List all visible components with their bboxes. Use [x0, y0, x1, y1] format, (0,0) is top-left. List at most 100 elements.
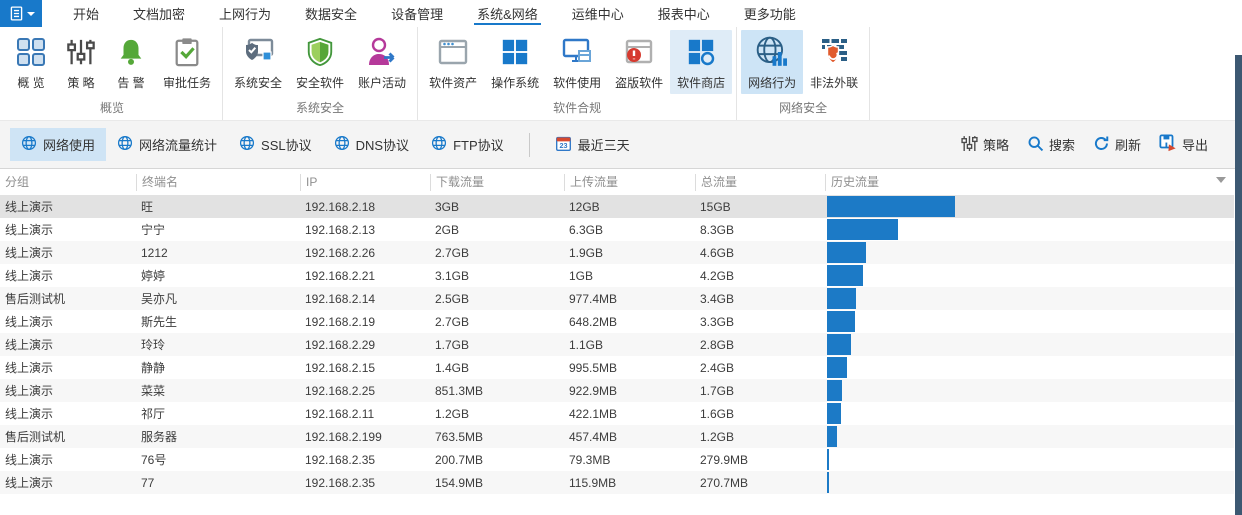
ribbon-button[interactable]: 概 览 [6, 30, 56, 94]
table-row[interactable]: 线上演示76号192.168.2.35200.7MB79.3MB279.9MB [0, 448, 1234, 471]
ribbon-button-label: 账户活动 [358, 74, 406, 91]
table-row[interactable]: 线上演示斯先生192.168.2.192.7GB648.2MB3.3GB [0, 310, 1234, 333]
cell-name: 菜菜 [136, 382, 300, 399]
cell-total: 279.9MB [695, 453, 825, 467]
cell-ip: 192.168.2.26 [300, 246, 430, 260]
cell-name: 祁厅 [136, 405, 300, 422]
cell-download: 154.9MB [430, 476, 564, 490]
cell-ip: 192.168.2.25 [300, 384, 430, 398]
cell-group: 线上演示 [0, 474, 136, 491]
column-header-5[interactable]: 上传流量 [564, 174, 695, 191]
ribbon-button[interactable]: 软件使用 [546, 30, 608, 94]
table-row[interactable]: 线上演示玲玲192.168.2.291.7GB1.1GB2.8GB [0, 333, 1234, 356]
cell-upload: 457.4MB [564, 430, 695, 444]
menu-item-1[interactable]: 开始 [56, 0, 116, 27]
table-row[interactable]: 线上演示77192.168.2.35154.9MB115.9MB270.7MB [0, 471, 1234, 494]
action-策略[interactable]: 策略 [961, 135, 1009, 155]
column-header-2[interactable]: 终端名 [136, 174, 300, 191]
cell-ip: 192.168.2.35 [300, 476, 430, 490]
table-row[interactable]: 线上演示旺192.168.2.183GB12GB15GB [0, 195, 1234, 218]
ribbon-button[interactable]: 盗版软件 [608, 30, 670, 94]
ribbon-group-items: 系统安全安全软件账户活动 [227, 30, 413, 96]
history-traffic-bar [827, 472, 829, 493]
table-row[interactable]: 线上演示婷婷192.168.2.213.1GB1GB4.2GB [0, 264, 1234, 287]
table-row[interactable]: 售后测试机服务器192.168.2.199763.5MB457.4MB1.2GB [0, 425, 1234, 448]
cell-ip: 192.168.2.29 [300, 338, 430, 352]
column-header-7[interactable]: 历史流量 [825, 174, 1234, 191]
action-刷新[interactable]: 刷新 [1093, 135, 1141, 155]
cell-ip: 192.168.2.35 [300, 453, 430, 467]
tab-DNS协议[interactable]: DNS协议 [323, 128, 420, 161]
vertical-scrollbar[interactable] [1235, 55, 1242, 515]
cell-total: 1.6GB [695, 407, 825, 421]
cell-total: 2.4GB [695, 361, 825, 375]
column-header-3[interactable]: IP [300, 174, 430, 191]
action-搜索[interactable]: 搜索 [1027, 135, 1075, 155]
cell-history [825, 264, 1234, 287]
clipboard-check-icon [169, 34, 205, 70]
ribbon-button[interactable]: 非法外联 [803, 30, 865, 94]
ribbon-group: 系统安全安全软件账户活动系统安全 [223, 27, 418, 120]
table-row[interactable]: 线上演示静静192.168.2.151.4GB995.5MB2.4GB [0, 356, 1234, 379]
table-header: 分组终端名IP下载流量上传流量总流量历史流量 [0, 170, 1234, 195]
app-logo-button[interactable] [0, 0, 42, 27]
ribbon-button[interactable]: 软件资产 [422, 30, 484, 94]
column-header-1[interactable]: 分组 [0, 174, 136, 191]
ribbon-button[interactable]: 软件商店 [670, 30, 732, 94]
cell-group: 线上演示 [0, 267, 136, 284]
user-arrow-icon [364, 34, 400, 70]
ribbon-button[interactable]: 网络行为 [741, 30, 803, 94]
ribbon-button-label: 软件商店 [677, 74, 725, 91]
menu-item-4[interactable]: 数据安全 [288, 0, 374, 27]
tab-label: 网络流量统计 [139, 135, 217, 154]
ribbon-button[interactable]: 账户活动 [351, 30, 413, 94]
ribbon-button[interactable]: 系统安全 [227, 30, 289, 94]
cell-history [825, 310, 1234, 333]
ribbon-group-label: 软件合规 [422, 96, 732, 120]
column-header-6[interactable]: 总流量 [695, 174, 825, 191]
history-traffic-bar [827, 288, 856, 309]
cell-download: 2.7GB [430, 246, 564, 260]
menu-item-9[interactable]: 更多功能 [727, 0, 813, 27]
ribbon-button-label: 告 警 [117, 74, 144, 91]
menu-item-7[interactable]: 运维中心 [555, 0, 641, 27]
cell-total: 8.3GB [695, 223, 825, 237]
cell-upload: 922.9MB [564, 384, 695, 398]
history-traffic-bar [827, 403, 841, 424]
ribbon-button-label: 系统安全 [234, 74, 282, 91]
cell-history [825, 333, 1234, 356]
cell-total: 270.7MB [695, 476, 825, 490]
menu-item-3[interactable]: 上网行为 [202, 0, 288, 27]
date-filter-button[interactable]: 23最近三天 [544, 128, 641, 162]
globe-icon [334, 135, 350, 154]
column-header-4[interactable]: 下载流量 [430, 174, 564, 191]
tab-SSL协议[interactable]: SSL协议 [228, 128, 323, 161]
action-label: 搜索 [1049, 135, 1075, 154]
menu-item-5[interactable]: 设备管理 [374, 0, 460, 27]
table-row[interactable]: 售后测试机吴亦凡192.168.2.142.5GB977.4MB3.4GB [0, 287, 1234, 310]
cell-upload: 648.2MB [564, 315, 695, 329]
ribbon-button-label: 操作系统 [491, 74, 539, 91]
cell-name: 服务器 [136, 428, 300, 445]
ribbon-button[interactable]: 安全软件 [289, 30, 351, 94]
ribbon-button[interactable]: 告 警 [106, 30, 156, 94]
cell-ip: 192.168.2.15 [300, 361, 430, 375]
table-row[interactable]: 线上演示宁宁192.168.2.132GB6.3GB8.3GB [0, 218, 1234, 241]
view-tabs: 网络使用 网络流量统计 SSL协议DNS协议FTP协议 [10, 128, 515, 161]
action-导出[interactable]: 导出 [1159, 134, 1208, 155]
menu-item-8[interactable]: 报表中心 [641, 0, 727, 27]
tab-FTP协议[interactable]: FTP协议 [420, 128, 515, 161]
table-row[interactable]: 线上演示菜菜192.168.2.25851.3MB922.9MB1.7GB [0, 379, 1234, 402]
menu-item-6[interactable]: 系统&网络 [460, 0, 555, 27]
ribbon-button[interactable]: 操作系统 [484, 30, 546, 94]
ribbon-button[interactable]: 审批任务 [156, 30, 218, 94]
table-row[interactable]: 线上演示1212192.168.2.262.7GB1.9GB4.6GB [0, 241, 1234, 264]
tab-网络流量统计[interactable]: 网络流量统计 [106, 128, 228, 161]
view-toolbar: 网络使用 网络流量统计 SSL协议DNS协议FTP协议 23最近三天 策略 搜索刷新导… [0, 120, 1242, 169]
tab-网络使用[interactable]: 网络使用 [10, 128, 106, 161]
column-menu-caret-icon[interactable] [1216, 177, 1226, 183]
table-row[interactable]: 线上演示祁厅192.168.2.111.2GB422.1MB1.6GB [0, 402, 1234, 425]
bell-icon [113, 34, 149, 70]
menu-item-2[interactable]: 文档加密 [116, 0, 202, 27]
ribbon-button[interactable]: 策 略 [56, 30, 106, 94]
